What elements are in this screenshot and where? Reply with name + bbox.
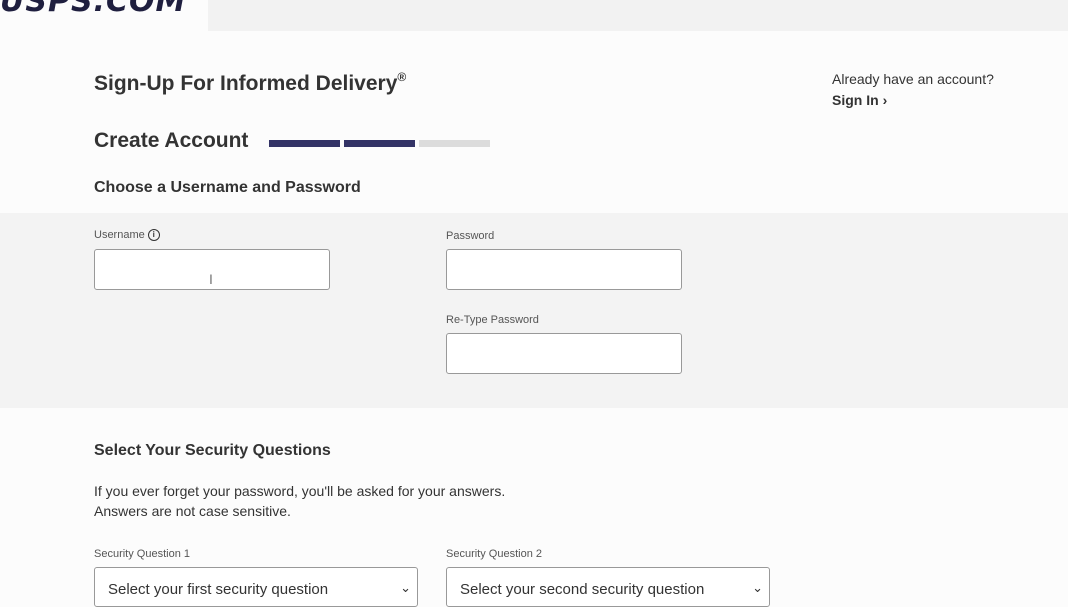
security-question-2-label: Security Question 2 <box>446 548 542 560</box>
retype-password-input[interactable] <box>446 333 682 374</box>
chevron-down-icon: ⌄ <box>752 580 763 595</box>
credentials-section-title: Choose a Username and Password <box>94 179 361 196</box>
security-question-2-value: Select your second security question <box>460 581 705 598</box>
signin-link-label: Sign In <box>832 92 879 108</box>
security-question-2-select[interactable]: Select your second security question ⌄ <box>446 567 770 607</box>
progress-segment-1 <box>269 140 340 147</box>
security-question-1-label: Security Question 1 <box>94 548 190 560</box>
retype-password-label: Re-Type Password <box>446 314 539 326</box>
info-icon[interactable]: i <box>147 229 160 241</box>
progress-segment-2 <box>344 140 415 147</box>
security-section-title: Select Your Security Questions <box>94 442 331 459</box>
security-help-line-2: Answers are not case sensitive. <box>94 503 291 519</box>
username-label: Username i <box>94 229 160 241</box>
chevron-down-icon: ⌄ <box>400 580 411 595</box>
password-label: Password <box>446 230 495 242</box>
step-title: Create Account <box>94 129 249 152</box>
signin-link[interactable]: Sign In › <box>832 92 887 108</box>
signin-prompt: Already have an account? <box>832 71 994 87</box>
chevron-right-icon: › <box>882 92 888 108</box>
security-help-line-1: If you ever forget your password, you'll… <box>94 483 506 499</box>
username-label-text: Username <box>94 229 145 241</box>
registered-mark: ® <box>397 70 407 84</box>
page-title: Sign-Up For Informed Delivery® <box>94 70 406 96</box>
progress-bar <box>269 140 490 147</box>
credentials-section <box>0 213 1068 408</box>
progress-segment-3 <box>419 140 490 147</box>
security-help-text: If you ever forget your password, you'll… <box>94 481 505 521</box>
security-question-1-select[interactable]: Select your first security question ⌄ <box>94 567 418 607</box>
usps-logo[interactable]: USPS.COM <box>0 0 186 19</box>
page-title-text: Sign-Up For Informed Delivery <box>94 72 398 95</box>
text-cursor-icon: I <box>209 271 213 287</box>
password-input[interactable] <box>446 249 682 290</box>
security-question-1-value: Select your first security question <box>108 581 329 598</box>
header-bar <box>208 0 1068 31</box>
